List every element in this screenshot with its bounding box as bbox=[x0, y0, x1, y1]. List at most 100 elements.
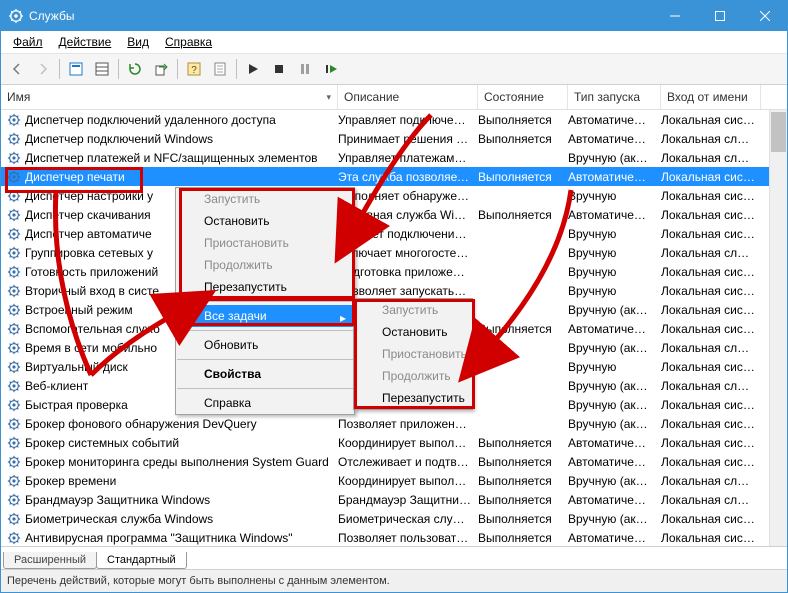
svc-desc: Управляет подключе… bbox=[338, 113, 478, 127]
svc-name: Диспетчер печати bbox=[25, 170, 338, 184]
ctx-pause[interactable]: Приостановить bbox=[176, 232, 354, 254]
svc-desc: Позволяет пользоват… bbox=[338, 531, 478, 545]
table-row[interactable]: Брокер времениКоординирует выпол…Выполня… bbox=[1, 471, 787, 490]
col-start[interactable]: Тип запуска bbox=[568, 85, 661, 109]
svc-start: Вручную bbox=[568, 265, 661, 279]
table-row[interactable]: Диспетчер подключений WindowsПринимает р… bbox=[1, 129, 787, 148]
sub-restart[interactable]: Перезапустить bbox=[354, 387, 472, 409]
table-row[interactable]: Брокер системных событийКоординирует вып… bbox=[1, 433, 787, 452]
tab-extended[interactable]: Расширенный bbox=[3, 552, 97, 569]
window-close-button[interactable] bbox=[742, 1, 787, 31]
svc-state: Выполняется bbox=[478, 208, 568, 222]
svc-state: Выполняется bbox=[478, 512, 568, 526]
table-row[interactable]: Готовность приложенийПодготовка приложе…… bbox=[1, 262, 787, 281]
ctx-all-tasks[interactable]: Все задачи▸ bbox=[176, 305, 354, 327]
svc-start: Вручную (ак… bbox=[568, 151, 661, 165]
table-row[interactable]: Брандмауэр Защитника WindowsБрандмауэр З… bbox=[1, 490, 787, 509]
gear-icon bbox=[7, 227, 21, 241]
table-row[interactable]: Группировка сетевых уВключает многогосте… bbox=[1, 243, 787, 262]
svc-start: Вручную (ак… bbox=[568, 379, 661, 393]
svc-state: Выполняется bbox=[478, 170, 568, 184]
svc-logon: Локальная слу… bbox=[661, 151, 761, 165]
ctx-restart[interactable]: Перезапустить bbox=[176, 276, 354, 298]
col-desc[interactable]: Описание bbox=[338, 85, 478, 109]
sub-resume[interactable]: Продолжить bbox=[354, 365, 472, 387]
svc-desc: Подготовка приложе… bbox=[338, 265, 478, 279]
col-logon[interactable]: Вход от имени bbox=[661, 85, 761, 109]
table-row[interactable]: Диспетчер подключений удаленного доступа… bbox=[1, 110, 787, 129]
ctx-start[interactable]: Запустить bbox=[176, 188, 354, 210]
ctx-stop[interactable]: Остановить bbox=[176, 210, 354, 232]
list-header: Имя▾ Описание Состояние Тип запуска Вход… bbox=[1, 85, 787, 110]
svc-state: Выполняется bbox=[478, 531, 568, 545]
table-row[interactable]: Диспетчер автоматичеСоздает подключение…… bbox=[1, 224, 787, 243]
svc-desc: Координирует выпол… bbox=[338, 474, 478, 488]
col-name[interactable]: Имя▾ bbox=[1, 85, 338, 109]
toolbar-refresh-icon[interactable] bbox=[123, 57, 147, 81]
toolbar-back-icon[interactable] bbox=[5, 57, 29, 81]
svc-start: Вручную (ак… bbox=[568, 341, 661, 355]
status-bar: Перечень действий, которые могут быть вы… bbox=[1, 569, 787, 592]
svc-logon: Локальная сис… bbox=[661, 303, 761, 317]
gear-icon bbox=[7, 208, 21, 222]
gear-icon bbox=[7, 417, 21, 431]
ctx-resume[interactable]: Продолжить bbox=[176, 254, 354, 276]
menu-file[interactable]: Файл bbox=[5, 33, 51, 51]
maximize-button[interactable] bbox=[697, 1, 742, 31]
menu-action[interactable]: Действие bbox=[51, 33, 120, 51]
toolbar-export-icon[interactable] bbox=[149, 57, 173, 81]
status-text: Перечень действий, которые могут быть вы… bbox=[7, 575, 390, 587]
sub-pause[interactable]: Приостановить bbox=[354, 343, 472, 365]
table-row[interactable]: Брокер фонового обнаружения DevQueryПозв… bbox=[1, 414, 787, 433]
toolbar-sheet-icon[interactable] bbox=[208, 57, 232, 81]
svc-logon: Локальная слу… bbox=[661, 379, 761, 393]
table-row[interactable]: Диспетчер настройки уВыполняет обнаруже…… bbox=[1, 186, 787, 205]
scrollbar-vertical[interactable] bbox=[769, 110, 787, 546]
menu-help[interactable]: Справка bbox=[157, 33, 220, 51]
toolbar-pause-icon[interactable] bbox=[293, 57, 317, 81]
titlebar[interactable]: Службы bbox=[1, 1, 787, 31]
sub-stop[interactable]: Остановить bbox=[354, 321, 472, 343]
svc-start: Автоматиче… bbox=[568, 531, 661, 545]
toolbar-fwd-icon[interactable] bbox=[31, 57, 55, 81]
svc-logon: Локальная сис… bbox=[661, 360, 761, 374]
sub-start[interactable]: Запустить bbox=[354, 299, 472, 321]
svc-name: Биометрическая служба Windows bbox=[25, 512, 338, 526]
toolbar-help-icon[interactable]: ? bbox=[182, 57, 206, 81]
menu-view[interactable]: Вид bbox=[119, 33, 157, 51]
svc-logon: Локальная сис… bbox=[661, 284, 761, 298]
svc-start: Вручную (ак… bbox=[568, 512, 661, 526]
svc-state: Выполняется bbox=[478, 322, 568, 336]
gear-icon bbox=[7, 455, 21, 469]
toolbar-props-icon[interactable] bbox=[64, 57, 88, 81]
submenu-arrow-icon: ▸ bbox=[340, 311, 346, 325]
svc-desc: Позволяет приложен… bbox=[338, 417, 478, 431]
toolbar-start-icon[interactable] bbox=[241, 57, 265, 81]
svc-state: Выполняется bbox=[478, 474, 568, 488]
svc-state: Выполняется bbox=[478, 493, 568, 507]
ctx-refresh[interactable]: Обновить bbox=[176, 334, 354, 356]
ctx-properties[interactable]: Свойства bbox=[176, 363, 354, 385]
scroll-thumb[interactable] bbox=[771, 112, 786, 152]
col-state[interactable]: Состояние bbox=[478, 85, 568, 109]
svc-name: Диспетчер подключений удаленного доступа bbox=[25, 113, 338, 127]
table-row[interactable]: Брокер мониторинга среды выполнения Syst… bbox=[1, 452, 787, 471]
app-icon bbox=[9, 9, 23, 23]
table-row[interactable]: Диспетчер скачиванияОсновная служба Win…… bbox=[1, 205, 787, 224]
toolbar-stop-icon[interactable] bbox=[267, 57, 291, 81]
table-row[interactable]: Биометрическая служба WindowsБиометричес… bbox=[1, 509, 787, 528]
gear-icon bbox=[7, 151, 21, 165]
table-row[interactable]: Диспетчер печатиЭта служба позволяет…Вып… bbox=[1, 167, 787, 186]
toolbar-restart-icon[interactable] bbox=[319, 57, 343, 81]
svc-desc: Включает многогосте… bbox=[338, 246, 478, 260]
gear-icon bbox=[7, 512, 21, 526]
minimize-button[interactable] bbox=[652, 1, 697, 31]
table-row[interactable]: Антивирусная программа "Защитника Window… bbox=[1, 528, 787, 546]
tab-standard[interactable]: Стандартный bbox=[96, 552, 187, 569]
svc-name: Брандмауэр Защитника Windows bbox=[25, 493, 338, 507]
svc-name: Диспетчер платежей и NFC/защищенных элем… bbox=[25, 151, 338, 165]
toolbar-view-icon[interactable] bbox=[90, 57, 114, 81]
table-row[interactable]: Диспетчер платежей и NFC/защищенных элем… bbox=[1, 148, 787, 167]
ctx-help[interactable]: Справка bbox=[176, 392, 354, 414]
svc-desc: Принимает решения … bbox=[338, 132, 478, 146]
